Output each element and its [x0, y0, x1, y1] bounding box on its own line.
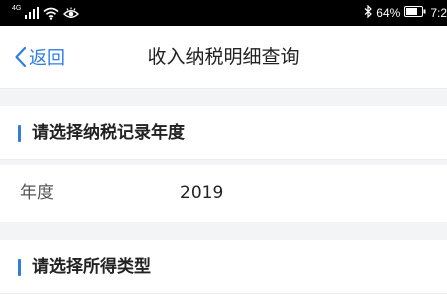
signal-label: 4G	[12, 5, 22, 12]
year-field-label: 年度	[20, 183, 54, 203]
section-title-income-type: 请选择所得类型	[32, 257, 151, 277]
section-header-income-type: 请选择所得类型	[0, 240, 447, 294]
section-title-tax-year: 请选择纳税记录年度	[32, 123, 185, 143]
eye-icon	[63, 7, 80, 20]
section-header-tax-year: 请选择纳税记录年度	[0, 106, 447, 160]
status-right: 64% 7:2	[364, 4, 447, 22]
status-indicators: 4G	[12, 5, 80, 21]
clock-time: 7:2	[430, 6, 447, 20]
page-title: 收入纳税明细查询	[147, 46, 300, 68]
year-field-value[interactable]: 2019	[180, 181, 223, 205]
signal-strength-icon	[25, 7, 40, 19]
bluetooth-icon	[364, 4, 373, 21]
battery-icon	[404, 6, 426, 20]
year-field-row[interactable]: 年度 2019	[0, 165, 447, 222]
section-accent-bar	[18, 259, 21, 276]
navigation-bar: 返回 收入纳税明细查询	[0, 26, 447, 89]
section-accent-bar	[18, 125, 21, 142]
battery-percent: 64%	[376, 6, 401, 20]
status-bar: 4G 64% 7:2	[0, 0, 447, 26]
wifi-icon	[43, 7, 59, 20]
